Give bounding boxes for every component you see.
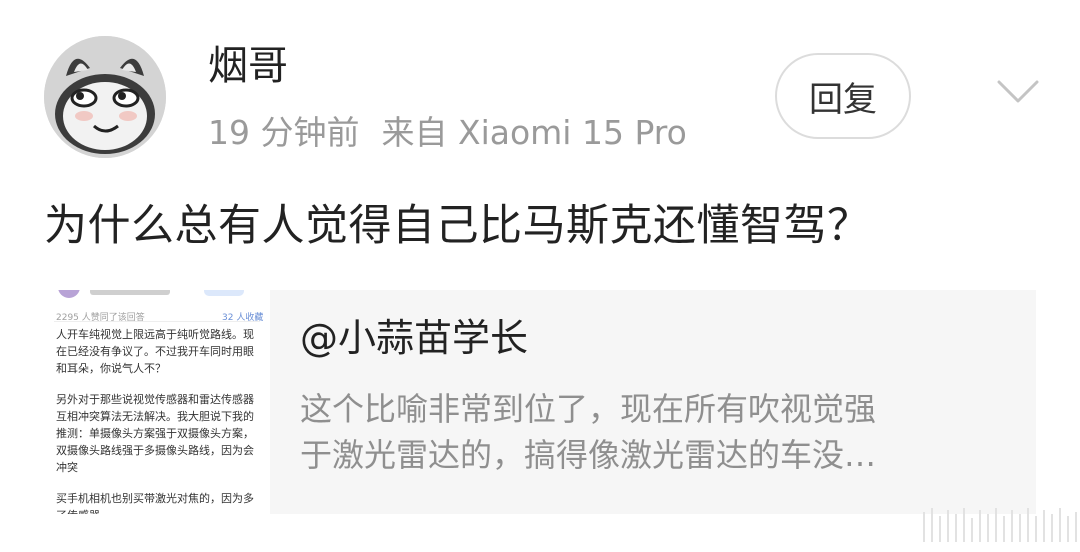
chevron-down-icon[interactable]: [996, 78, 1040, 106]
username[interactable]: 烟哥: [208, 40, 288, 92]
thumbnail-name-bar: [90, 290, 170, 295]
decorative-pattern: [923, 508, 1077, 542]
quoted-text-line: 于激光雷达的，搞得像激光雷达的车没…: [300, 436, 877, 474]
quoted-author[interactable]: @小蒜苗学长: [300, 312, 528, 364]
thumbnail-paragraph: 人开车纯视觉上限远高于纯听觉路线。现在已经没有争议了。不过我开车同时用眼和耳朵，…: [56, 328, 254, 375]
thumbnail-paragraph: 另外对于那些说视觉传感器和雷达传感器互相冲突算法无法解决。我大胆说下我的推测：单…: [56, 393, 254, 474]
quoted-text-line: 这个比喻非常到位了，现在所有吹视觉强: [300, 390, 877, 428]
thumbnail-divider: [54, 321, 260, 322]
reply-button[interactable]: 回复: [775, 53, 911, 139]
avatar-image: [44, 36, 166, 158]
post-meta: 19 分钟前 来自 Xiaomi 15 Pro: [208, 112, 687, 154]
thumbnail-avatar: [58, 290, 80, 298]
quoted-post-card[interactable]: 2295 人赞同了该回答 32 人收藏 人开车纯视觉上限远高于纯听觉路线。现在已…: [44, 290, 1036, 514]
post-time: 19 分钟前: [208, 113, 360, 152]
quoted-text: 这个比喻非常到位了，现在所有吹视觉强 于激光雷达的，搞得像激光雷达的车没…: [300, 386, 990, 478]
thumbnail-body: 人开车纯视觉上限远高于纯听觉路线。现在已经没有争议了。不过我开车同时用眼和耳朵，…: [56, 326, 260, 514]
thumbnail-header: [54, 290, 260, 302]
avatar[interactable]: [44, 36, 166, 158]
post-text: 为什么总有人觉得自己比马斯克还懂智驾？: [44, 201, 871, 251]
quoted-post-thumbnail: 2295 人赞同了该回答 32 人收藏 人开车纯视觉上限远高于纯听觉路线。现在已…: [44, 290, 270, 514]
thumbnail-paragraph: 买手机相机也别买带激光对焦的，因为多了传感器: [56, 492, 254, 514]
post-source: 来自 Xiaomi 15 Pro: [381, 113, 687, 152]
thumbnail-follow-badge: [204, 290, 244, 296]
